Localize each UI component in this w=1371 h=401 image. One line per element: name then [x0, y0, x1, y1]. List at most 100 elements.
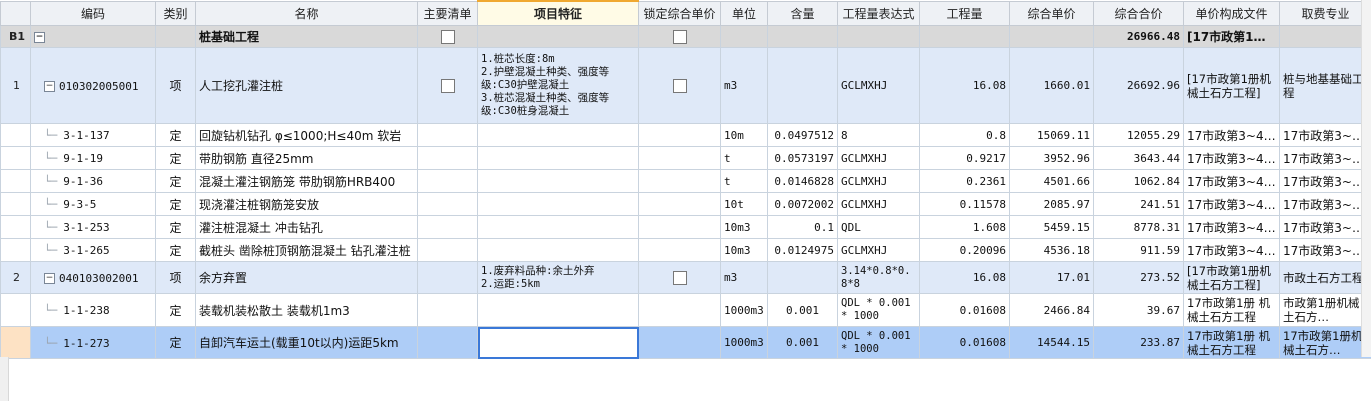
quota-unit[interactable]: 10m3 [720, 215, 768, 239]
quota-fee-major[interactable]: 17市政第1册机械土石方… [1279, 326, 1371, 359]
quota-code-cell[interactable]: └─ 9-1-36 [30, 169, 156, 193]
col-header-type[interactable]: 类别 [155, 0, 196, 26]
quota-unit[interactable]: 10m [720, 123, 768, 147]
quota-name[interactable]: 自卸汽车运土(载重10t以内)运距5km [195, 326, 418, 359]
main-list-checkbox[interactable] [440, 29, 455, 44]
quota-price-file[interactable]: 17市政第3~4… [1183, 146, 1280, 170]
quota-qty[interactable]: 0.8 [919, 123, 1010, 147]
quota-qty[interactable]: 0.01608 [919, 326, 1010, 359]
col-header-price-file[interactable]: 单价构成文件 [1183, 0, 1280, 26]
quota-type[interactable]: 定 [155, 293, 196, 327]
quota-unit[interactable]: 1000m3 [720, 326, 768, 359]
item-qty[interactable]: 16.08 [919, 261, 1010, 294]
quota-unit-price[interactable]: 15069.11 [1009, 123, 1094, 147]
quota-price-file[interactable]: 17市政第3~4… [1183, 123, 1280, 147]
col-header-features[interactable]: 项目特征 [477, 0, 639, 26]
quota-unit-price[interactable]: 3952.96 [1009, 146, 1094, 170]
col-header-main-list[interactable]: 主要清单 [417, 0, 478, 26]
item-features[interactable]: 1.废弃料品种:余土外弃 2.运距:5km [477, 261, 639, 294]
quota-total[interactable]: 8778.31 [1093, 215, 1184, 239]
quota-price-file[interactable]: 17市政第1册 机械土石方工程 [1183, 293, 1280, 327]
bill-item-row[interactable]: 1 −010302005001 项 人工挖孔灌注桩 1.桩芯长度:8m 2.护壁… [0, 47, 1371, 124]
col-header-qty[interactable]: 工程量 [919, 0, 1010, 26]
quota-name[interactable]: 混凝土灌注钢筋笼 带肋钢筋HRB400 [195, 169, 418, 193]
col-header-lock-price[interactable]: 锁定综合单价 [638, 0, 721, 26]
quota-fee-major[interactable]: 17市政第3~… [1279, 123, 1371, 147]
quota-unit[interactable]: 10m3 [720, 238, 768, 262]
quota-content[interactable]: 0.0072002 [767, 192, 838, 216]
item-name[interactable]: 余方弃置 [195, 261, 418, 294]
item-content[interactable] [767, 261, 838, 294]
row-number[interactable]: B1 [0, 25, 31, 48]
quota-qty[interactable]: 0.20096 [919, 238, 1010, 262]
quota-unit[interactable]: 1000m3 [720, 293, 768, 327]
quota-total[interactable]: 233.87 [1093, 326, 1184, 359]
corner-cell[interactable] [0, 0, 31, 26]
quota-row[interactable]: └─ 9-1-36 定 混凝土灌注钢筋笼 带肋钢筋HRB400 t 0.01468… [0, 169, 1371, 193]
col-header-fee-major[interactable]: 取费专业 [1279, 0, 1371, 26]
quota-row[interactable]: └─ 9-3-5 定 现浇灌注桩钢筋笼安放 10t 0.0072002 GCLMX… [0, 192, 1371, 216]
item-price-file[interactable]: [17市政第1册机械土石方工程] [1183, 261, 1280, 294]
quota-total[interactable]: 1062.84 [1093, 169, 1184, 193]
quota-name[interactable]: 灌注桩混凝土 冲击钻孔 [195, 215, 418, 239]
main-list-checkbox[interactable] [440, 78, 455, 93]
col-header-name[interactable]: 名称 [195, 0, 418, 26]
row-number[interactable]: 2 [0, 261, 31, 294]
quota-qty[interactable]: 1.608 [919, 215, 1010, 239]
quota-qty[interactable]: 0.11578 [919, 192, 1010, 216]
col-header-content[interactable]: 含量 [767, 0, 838, 26]
item-name[interactable]: 人工挖孔灌注桩 [195, 47, 418, 124]
item-qty[interactable]: 16.08 [919, 47, 1010, 124]
col-header-unit-price[interactable]: 综合单价 [1009, 0, 1094, 26]
quota-price-file[interactable]: 17市政第3~4… [1183, 169, 1280, 193]
quota-fee-major[interactable]: 市政第1册机械土石方… [1279, 293, 1371, 327]
quota-fee-major[interactable]: 17市政第3~… [1279, 146, 1371, 170]
quota-qty[interactable]: 0.2361 [919, 169, 1010, 193]
quota-content[interactable]: 0.0573197 [767, 146, 838, 170]
item-type[interactable]: 项 [155, 47, 196, 124]
quota-code-cell[interactable]: └─ 3-1-265 [30, 238, 156, 262]
quota-content[interactable]: 0.001 [767, 293, 838, 327]
col-header-expr[interactable]: 工程量表达式 [837, 0, 920, 26]
item-total[interactable]: 26692.96 [1093, 47, 1184, 124]
item-code-cell[interactable]: −040103002001 [30, 261, 156, 294]
item-fee-major[interactable]: 市政土石方工程 [1279, 261, 1371, 294]
bill-item-row[interactable]: 2 −040103002001 项 余方弃置 1.废弃料品种:余土外弃 2.运距… [0, 261, 1371, 294]
quota-name[interactable]: 现浇灌注桩钢筋笼安放 [195, 192, 418, 216]
quota-row[interactable]: └─ 3-1-265 定 截桩头 凿除桩顶钢筋混凝土 钻孔灌注桩 10m3 0.0… [0, 238, 1371, 262]
quota-fee-major[interactable]: 17市政第3~… [1279, 192, 1371, 216]
item-expr[interactable]: 3.14*0.8*0.8*8 [837, 261, 920, 294]
features-edit-cell[interactable] [477, 326, 639, 359]
quota-qty[interactable]: 0.01608 [919, 293, 1010, 327]
quota-code-cell[interactable]: └─ 9-3-5 [30, 192, 156, 216]
col-header-code[interactable]: 编码 [30, 0, 156, 26]
quota-unit-price[interactable]: 5459.15 [1009, 215, 1094, 239]
section-price-file[interactable]: [17市政第1… [1183, 25, 1280, 48]
quota-row-selected[interactable]: └─ 1-1-273 定 自卸汽车运土(载重10t以内)运距5km 1000m3 … [0, 326, 1371, 359]
quota-expr[interactable]: GCLMXHJ [837, 169, 920, 193]
quota-unit-price[interactable]: 14544.15 [1009, 326, 1094, 359]
quota-unit[interactable]: 10t [720, 192, 768, 216]
lock-price-checkbox[interactable] [672, 29, 687, 44]
quota-expr[interactable]: QDL [837, 215, 920, 239]
section-row[interactable]: B1 − 桩基础工程 26966.48 [17市政第1… [0, 25, 1371, 48]
item-expr[interactable]: GCLMXHJ [837, 47, 920, 124]
collapse-icon[interactable]: − [44, 80, 55, 92]
quota-type[interactable]: 定 [155, 238, 196, 262]
quota-total[interactable]: 241.51 [1093, 192, 1184, 216]
quota-name[interactable]: 带肋钢筋 直径25mm [195, 146, 418, 170]
quota-row[interactable]: └─ 9-1-19 定 带肋钢筋 直径25mm t 0.0573197 GCLMX… [0, 146, 1371, 170]
item-unit[interactable]: m3 [720, 47, 768, 124]
quota-expr[interactable]: GCLMXHJ [837, 238, 920, 262]
quota-fee-major[interactable]: 17市政第3~… [1279, 169, 1371, 193]
quota-name[interactable]: 截桩头 凿除桩顶钢筋混凝土 钻孔灌注桩 [195, 238, 418, 262]
quota-type[interactable]: 定 [155, 326, 196, 359]
quota-price-file[interactable]: 17市政第3~4… [1183, 215, 1280, 239]
quota-unit-price[interactable]: 4536.18 [1009, 238, 1094, 262]
quota-type[interactable]: 定 [155, 146, 196, 170]
quota-unit-price[interactable]: 2085.97 [1009, 192, 1094, 216]
item-unit[interactable]: m3 [720, 261, 768, 294]
quota-expr[interactable]: 8 [837, 123, 920, 147]
quota-code-cell[interactable]: └─ 1-1-273 [30, 326, 156, 359]
quota-price-file[interactable]: 17市政第3~4… [1183, 238, 1280, 262]
